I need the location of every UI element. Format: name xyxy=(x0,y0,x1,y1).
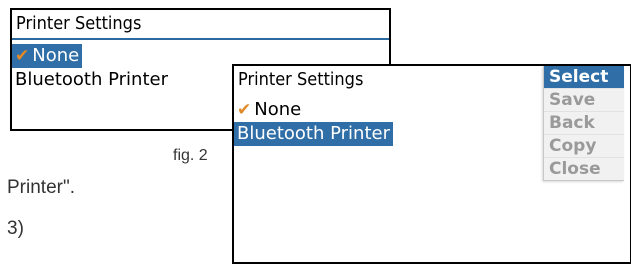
list-item-bluetooth-printer[interactable]: Bluetooth Printer xyxy=(234,122,393,146)
screen-title: Printer Settings xyxy=(12,10,389,40)
figure-caption: fig. 2 xyxy=(173,147,208,164)
menu-item-close[interactable]: Close xyxy=(544,158,624,180)
list-item-none[interactable]: ✔ None xyxy=(12,44,83,68)
list-item-label: Bluetooth Printer xyxy=(237,123,390,144)
checkmark-icon: ✔ xyxy=(15,46,30,66)
menu-item-back[interactable]: Back xyxy=(544,112,624,135)
menu-item-save[interactable]: Save xyxy=(544,89,624,112)
menu-item-copy[interactable]: Copy xyxy=(544,135,624,158)
body-text-line: 3) xyxy=(7,218,24,239)
right-device-screen: Printer Settings ✔ None Bluetooth Printer… xyxy=(232,64,631,264)
body-text-line: Printer". xyxy=(7,177,75,198)
context-menu: Select Save Back Copy Close xyxy=(543,66,624,181)
list-item-label: None xyxy=(254,99,302,120)
menu-item-select[interactable]: Select xyxy=(544,66,624,89)
list-item-label: Bluetooth Printer xyxy=(15,69,168,90)
list-item-label: None xyxy=(32,45,80,66)
checkmark-icon: ✔ xyxy=(237,100,252,120)
